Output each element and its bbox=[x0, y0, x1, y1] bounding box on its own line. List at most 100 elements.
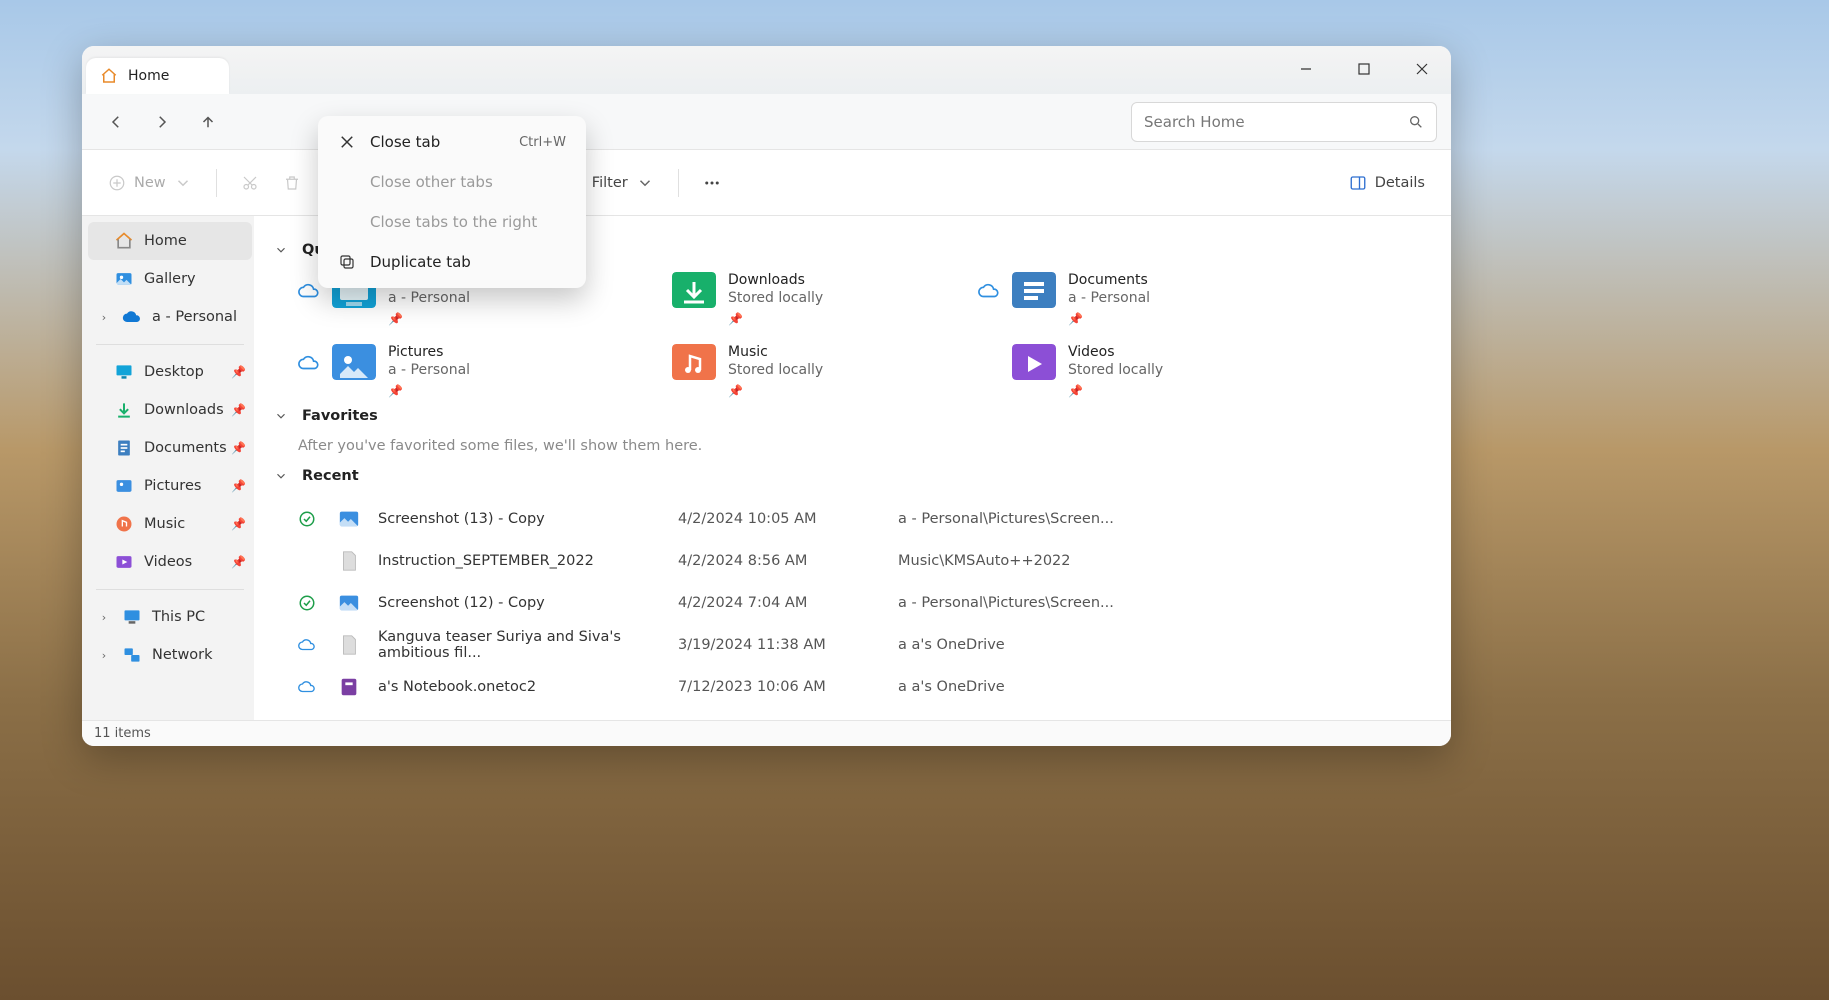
file-thumb bbox=[338, 592, 360, 614]
sidebar-item-videos[interactable]: Videos 📌 bbox=[88, 543, 252, 581]
recent-item[interactable]: Screenshot (12) - Copy4/2/2024 7:04 AMa … bbox=[298, 582, 1431, 624]
maximize-button[interactable] bbox=[1335, 46, 1393, 92]
sidebar-label: This PC bbox=[152, 609, 205, 625]
chevron-right-icon[interactable]: › bbox=[96, 311, 112, 324]
recent-item[interactable]: Instruction_SEPTEMBER_20224/2/2024 8:56 … bbox=[298, 540, 1431, 582]
sidebar-label: Pictures bbox=[144, 478, 201, 494]
chevron-right-icon[interactable]: › bbox=[96, 649, 112, 662]
close-icon bbox=[338, 133, 356, 151]
sidebar-item-pictures[interactable]: Pictures 📌 bbox=[88, 467, 252, 505]
sidebar-label: a - Personal bbox=[152, 309, 237, 325]
file-name: Instruction_SEPTEMBER_2022 bbox=[378, 553, 678, 569]
delete-button[interactable] bbox=[273, 165, 311, 201]
pictures-icon bbox=[114, 476, 134, 496]
details-button[interactable]: Details bbox=[1339, 165, 1435, 201]
folder-name: Videos bbox=[1068, 344, 1163, 360]
sync-status-icon bbox=[298, 510, 338, 528]
close-button[interactable] bbox=[1393, 46, 1451, 92]
forward-button[interactable] bbox=[142, 102, 182, 142]
ctx-close-tabs-right: Close tabs to the right bbox=[324, 202, 580, 242]
quick-access-item[interactable]: Picturesa - Personal📌 bbox=[298, 344, 638, 398]
ctx-close-other-tabs: Close other tabs bbox=[324, 162, 580, 202]
sidebar-item-gallery[interactable]: Gallery bbox=[88, 260, 252, 298]
item-count: 11 items bbox=[94, 726, 151, 741]
pin-icon: 📌 bbox=[231, 555, 246, 569]
chevron-down-icon bbox=[274, 469, 288, 483]
sidebar-item-documents[interactable]: Documents📌 bbox=[88, 429, 252, 467]
file-name: Kanguva teaser Suriya and Siva's ambitio… bbox=[378, 629, 678, 661]
section-favorites[interactable]: Favorites bbox=[274, 408, 1431, 424]
sidebar-item-downloads[interactable]: Downloads📌 bbox=[88, 391, 252, 429]
music-icon bbox=[114, 514, 134, 534]
file-thumb bbox=[338, 550, 360, 572]
details-pane-icon bbox=[1349, 174, 1367, 192]
recent-item[interactable]: Screenshot (13) - Copy4/2/2024 10:05 AMa… bbox=[298, 498, 1431, 540]
file-explorer-window: Home Search Home New Sort bbox=[82, 46, 1451, 746]
folder-icon bbox=[672, 272, 716, 308]
pin-icon: 📌 bbox=[728, 312, 823, 326]
sidebar-item-music[interactable]: Music📌 bbox=[88, 505, 252, 543]
file-path: a a's OneDrive bbox=[898, 637, 1198, 653]
more-button[interactable] bbox=[693, 165, 731, 201]
sidebar-item-network[interactable]: › Network bbox=[88, 636, 252, 674]
file-thumb bbox=[338, 676, 360, 698]
recent-item[interactable]: a's Notebook.onetoc27/12/2023 10:06 AMa … bbox=[298, 666, 1431, 708]
home-icon bbox=[100, 67, 118, 85]
folder-location: Stored locally bbox=[1068, 362, 1163, 378]
shortcut-label: Ctrl+W bbox=[519, 135, 566, 150]
cloud-icon bbox=[298, 352, 320, 374]
content-area: Quick access Desktopa - Personal📌Downloa… bbox=[254, 216, 1451, 720]
trash-icon bbox=[283, 174, 301, 192]
file-name: Screenshot (12) - Copy bbox=[378, 595, 678, 611]
section-recent[interactable]: Recent bbox=[274, 468, 1431, 484]
sidebar-label: Videos bbox=[144, 554, 192, 570]
file-thumb bbox=[338, 634, 360, 656]
quick-access-item[interactable]: VideosStored locally📌 bbox=[978, 344, 1318, 398]
plus-circle-icon bbox=[108, 174, 126, 192]
chevron-right-icon[interactable]: › bbox=[96, 611, 112, 624]
chevron-down-icon bbox=[636, 174, 654, 192]
duplicate-icon bbox=[338, 253, 356, 271]
ellipsis-icon bbox=[703, 174, 721, 192]
file-path: a - Personal\Pictures\Screen... bbox=[898, 595, 1198, 611]
folder-location: a - Personal bbox=[388, 290, 470, 306]
chevron-down-icon bbox=[274, 409, 288, 423]
sidebar-item-onedrive[interactable]: › a - Personal bbox=[88, 298, 252, 336]
quick-access-item[interactable]: Documentsa - Personal📌 bbox=[978, 272, 1318, 326]
new-button[interactable]: New bbox=[98, 165, 202, 201]
sync-status-icon bbox=[298, 678, 338, 696]
sidebar-item-home[interactable]: Home bbox=[88, 222, 252, 260]
folder-name: Documents bbox=[1068, 272, 1150, 288]
sidebar-item-desktop[interactable]: Desktop📌 bbox=[88, 353, 252, 391]
file-date: 4/2/2024 8:56 AM bbox=[678, 553, 898, 569]
quick-access-item[interactable]: DownloadsStored locally📌 bbox=[638, 272, 978, 326]
up-button[interactable] bbox=[188, 102, 228, 142]
folder-icon bbox=[1012, 344, 1056, 380]
network-icon bbox=[122, 645, 142, 665]
pin-icon: 📌 bbox=[231, 403, 246, 417]
sidebar-label: Network bbox=[152, 647, 213, 663]
search-input[interactable]: Search Home bbox=[1131, 102, 1437, 142]
file-thumb bbox=[338, 508, 360, 530]
folder-name: Music bbox=[728, 344, 823, 360]
pin-icon: 📌 bbox=[388, 312, 470, 326]
sidebar-item-thispc[interactable]: › This PC bbox=[88, 598, 252, 636]
cut-button[interactable] bbox=[231, 165, 269, 201]
folder-icon bbox=[332, 344, 376, 380]
ctx-close-tab[interactable]: Close tab Ctrl+W bbox=[324, 122, 580, 162]
quick-access-item[interactable]: MusicStored locally📌 bbox=[638, 344, 978, 398]
back-button[interactable] bbox=[96, 102, 136, 142]
minimize-button[interactable] bbox=[1277, 46, 1335, 92]
tab-home[interactable]: Home bbox=[86, 58, 229, 94]
recent-item[interactable]: Kanguva teaser Suriya and Siva's ambitio… bbox=[298, 624, 1431, 666]
monitor-icon bbox=[122, 607, 142, 627]
pin-icon: 📌 bbox=[388, 384, 470, 398]
file-name: Screenshot (13) - Copy bbox=[378, 511, 678, 527]
folder-name: Downloads bbox=[728, 272, 823, 288]
pin-icon: 📌 bbox=[231, 479, 246, 493]
sync-status-icon bbox=[298, 636, 338, 654]
ctx-duplicate-tab[interactable]: Duplicate tab bbox=[324, 242, 580, 282]
file-date: 3/19/2024 11:38 AM bbox=[678, 637, 898, 653]
quick-access-grid: Desktopa - Personal📌DownloadsStored loca… bbox=[298, 272, 1431, 398]
sidebar-label: Desktop bbox=[144, 364, 204, 380]
